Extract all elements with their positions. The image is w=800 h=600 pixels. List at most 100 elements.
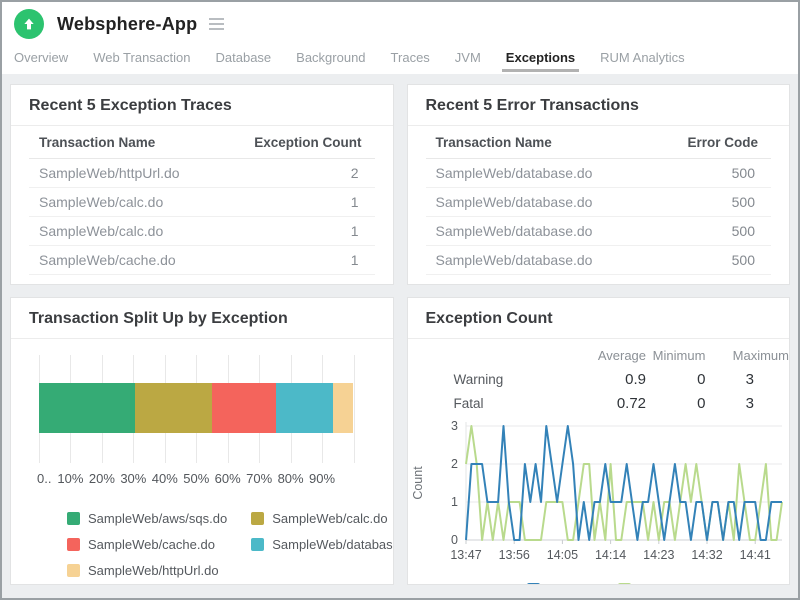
legend-item[interactable]: SampleWeb/httpUrl.do (67, 563, 227, 578)
value: 2 (228, 159, 374, 188)
severity-label: Warning (454, 368, 568, 392)
legend-item[interactable]: SampleWeb/calc.do (251, 511, 393, 526)
legend-label: SampleWeb/database.do (272, 537, 393, 552)
legend-swatch (67, 538, 80, 551)
panel-recent-error-transactions: Recent 5 Error Transactions Transaction … (407, 84, 791, 285)
stats-column-header: Average (568, 342, 646, 368)
up-arrow-icon (21, 16, 37, 32)
tab-background[interactable]: Background (295, 48, 366, 72)
exception-trace-row[interactable]: SampleWeb/httpUrl.do2 (29, 159, 375, 188)
transaction-name: SampleWeb/calc.do (29, 217, 228, 246)
bar-segment[interactable] (135, 383, 212, 433)
column-header: Transaction Name (426, 126, 652, 159)
app-window: Websphere-App OverviewWeb TransactionDat… (0, 0, 800, 600)
transaction-name: SampleWeb/calc.do (29, 188, 228, 217)
value: 500 (652, 246, 771, 275)
bar-segment[interactable] (333, 383, 353, 433)
bar-segment[interactable] (212, 383, 276, 433)
exception-trace-row[interactable]: SampleWeb/calc.do1 (29, 217, 375, 246)
hamburger-menu-icon[interactable] (209, 18, 224, 30)
tab-rum-analytics[interactable]: RUM Analytics (599, 48, 686, 72)
legend-label: SampleWeb/calc.do (272, 511, 387, 526)
error-transaction-row[interactable]: SampleWeb/database.do500 (426, 217, 772, 246)
stats-column-header: Maximum (705, 342, 789, 368)
severity-label: Fatal (454, 392, 568, 416)
tab-web-transaction[interactable]: Web Transaction (92, 48, 191, 72)
x-tick-label: 40% (152, 471, 178, 486)
bar-segment[interactable] (276, 383, 333, 433)
legend-item[interactable]: SampleWeb/cache.do (67, 537, 227, 552)
tab-jvm[interactable]: JVM (454, 48, 482, 72)
exception-trace-row[interactable]: SampleWeb/cache.do1 (29, 246, 375, 275)
x-tick-label: 13:47 (450, 548, 481, 562)
x-tick-label: 50% (183, 471, 209, 486)
transaction-name: SampleWeb/database.do (426, 217, 652, 246)
error-transaction-row[interactable]: SampleWeb/database.do500 (426, 159, 772, 188)
stats-value: 0.9 (568, 368, 646, 392)
transaction-name: SampleWeb/database.do (426, 188, 652, 217)
x-tick-label: 70% (246, 471, 272, 486)
x-tick-label: 14:14 (594, 548, 625, 562)
panel-title: Transaction Split Up by Exception (11, 298, 393, 339)
app-health-icon (14, 9, 44, 39)
column-header: Transaction Name (29, 126, 228, 159)
legend-swatch (527, 583, 540, 586)
exception-traces-table: Transaction NameException CountSampleWeb… (29, 126, 375, 285)
line-chart-legend: Warning Fatal (408, 582, 790, 585)
x-tick-label: 13:56 (498, 548, 529, 562)
tab-traces[interactable]: Traces (390, 48, 431, 72)
y-tick-label: 0 (451, 533, 458, 547)
bar-x-axis-labels: 0..10%20%30%40%50%60%70%80%90% (39, 471, 354, 487)
tab-exceptions[interactable]: Exceptions (505, 48, 576, 72)
stats-value: 0 (646, 392, 705, 416)
tab-overview[interactable]: Overview (13, 48, 69, 72)
transaction-name: SampleWeb/database.do (426, 246, 652, 275)
legend-label: SampleWeb/aws/sqs.do (88, 511, 227, 526)
y-tick-label: 1 (451, 495, 458, 509)
panel-title: Recent 5 Error Transactions (408, 85, 790, 126)
error-transaction-row[interactable]: SampleWeb/database.do500 (426, 246, 772, 275)
exception-count-stats-table: AverageMinimumMaximumWarning0.903Fatal0.… (454, 342, 790, 416)
bar-segment[interactable] (39, 383, 135, 433)
legend-swatch (251, 538, 264, 551)
panel-title: Recent 5 Exception Traces (11, 85, 393, 126)
legend-label: SampleWeb/cache.do (88, 537, 215, 552)
column-header: Error Code (652, 126, 771, 159)
transaction-name: SampleWeb/database.do (426, 159, 652, 188)
value: 1 (228, 188, 374, 217)
stacked-bar-chart (39, 355, 354, 463)
tab-bar: Overview Web Transaction Database Backgroun… (2, 46, 798, 74)
value: 500 (652, 188, 771, 217)
tab-database[interactable]: Database (215, 48, 273, 72)
value: 500 (652, 217, 771, 246)
value: 1 (228, 275, 374, 286)
stats-value: 0.72 (568, 392, 646, 416)
x-tick-label: 0.. (37, 471, 51, 486)
legend-label: Fatal (639, 582, 669, 585)
y-tick-label: 3 (451, 419, 458, 433)
x-tick-label: 20% (89, 471, 115, 486)
stats-value: 3 (705, 392, 789, 416)
x-tick-label: 14:23 (643, 548, 674, 562)
transaction-name: SampleWeb/database.do (426, 275, 652, 286)
exception-count-line-chart: 0123Count13:4713:5614:0514:1414:2314:321… (408, 418, 790, 581)
x-tick-label: 90% (309, 471, 335, 486)
legend-swatch (618, 583, 631, 586)
legend-item-fatal[interactable]: Fatal (618, 582, 669, 585)
error-transaction-row[interactable]: SampleWeb/database.do500 (426, 275, 772, 286)
legend-item[interactable]: SampleWeb/database.do (251, 537, 393, 552)
x-tick-label: 14:05 (546, 548, 577, 562)
legend-label: SampleWeb/httpUrl.do (88, 563, 219, 578)
legend-item[interactable]: SampleWeb/aws/sqs.do (67, 511, 227, 526)
legend-swatch (67, 512, 80, 525)
legend-swatch (67, 564, 80, 577)
gridline (354, 355, 355, 463)
legend-item-warning[interactable]: Warning (527, 582, 598, 585)
stats-value: 0 (646, 368, 705, 392)
x-tick-label: 10% (57, 471, 83, 486)
exception-trace-row[interactable]: SampleWeb/calc.do1 (29, 188, 375, 217)
exception-trace-row[interactable]: SampleWeb/database.do1 (29, 275, 375, 286)
panel-title: Exception Count (408, 298, 790, 339)
x-tick-label: 80% (278, 471, 304, 486)
error-transaction-row[interactable]: SampleWeb/database.do500 (426, 188, 772, 217)
